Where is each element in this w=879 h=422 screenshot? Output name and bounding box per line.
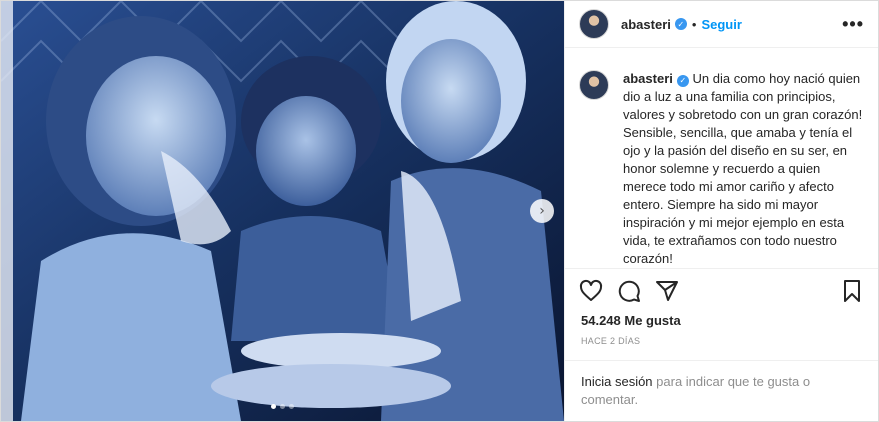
comments-section: abasteri ✓ Un dia como hoy nació quien di… [565,48,878,270]
likes-count[interactable]: 54.248 Me gusta [565,313,878,328]
carousel-indicator [271,404,294,409]
bookmark-icon[interactable] [840,279,864,303]
carousel-dot [280,404,285,409]
instagram-post: › abasteri ✓ • Seguir ••• abasteri ✓ Un d… [0,0,879,422]
next-arrow-icon: › [539,203,545,219]
heart-icon[interactable] [579,279,603,303]
share-icon[interactable] [655,279,679,303]
caption-username[interactable]: abasteri [623,71,673,86]
login-link[interactable]: Inicia sesión [581,374,653,389]
post-panel: abasteri ✓ • Seguir ••• abasteri ✓ Un dia… [564,1,878,421]
action-bar [565,269,878,313]
follow-button[interactable]: Seguir [701,17,741,32]
more-options-icon[interactable]: ••• [842,14,864,35]
caption-comment: abasteri ✓ Un dia como hoy nació quien di… [579,70,864,268]
post-timestamp[interactable]: HACE 2 DÍAS [565,328,878,346]
caption-text: Un dia como hoy nació quien dio a luz a … [623,71,863,267]
avatar[interactable] [579,70,609,101]
post-header: abasteri ✓ • Seguir ••• [565,1,878,49]
separator-dot: • [691,16,697,32]
carousel-dot [289,404,294,409]
username-link[interactable]: abasteri [621,17,671,32]
carousel-dot [271,404,276,409]
verified-badge-icon: ✓ [676,75,689,88]
caption-body: abasteri ✓ Un dia como hoy nació quien di… [623,70,864,268]
comment-icon[interactable] [617,279,641,303]
post-photo[interactable]: › [1,1,564,421]
avatar[interactable] [579,9,609,40]
photo-image [1,1,564,421]
verified-badge-icon: ✓ [674,18,687,31]
login-prompt: Inicia sesión para indicar que te gusta … [565,360,878,421]
carousel-next-button[interactable]: › [530,199,554,223]
